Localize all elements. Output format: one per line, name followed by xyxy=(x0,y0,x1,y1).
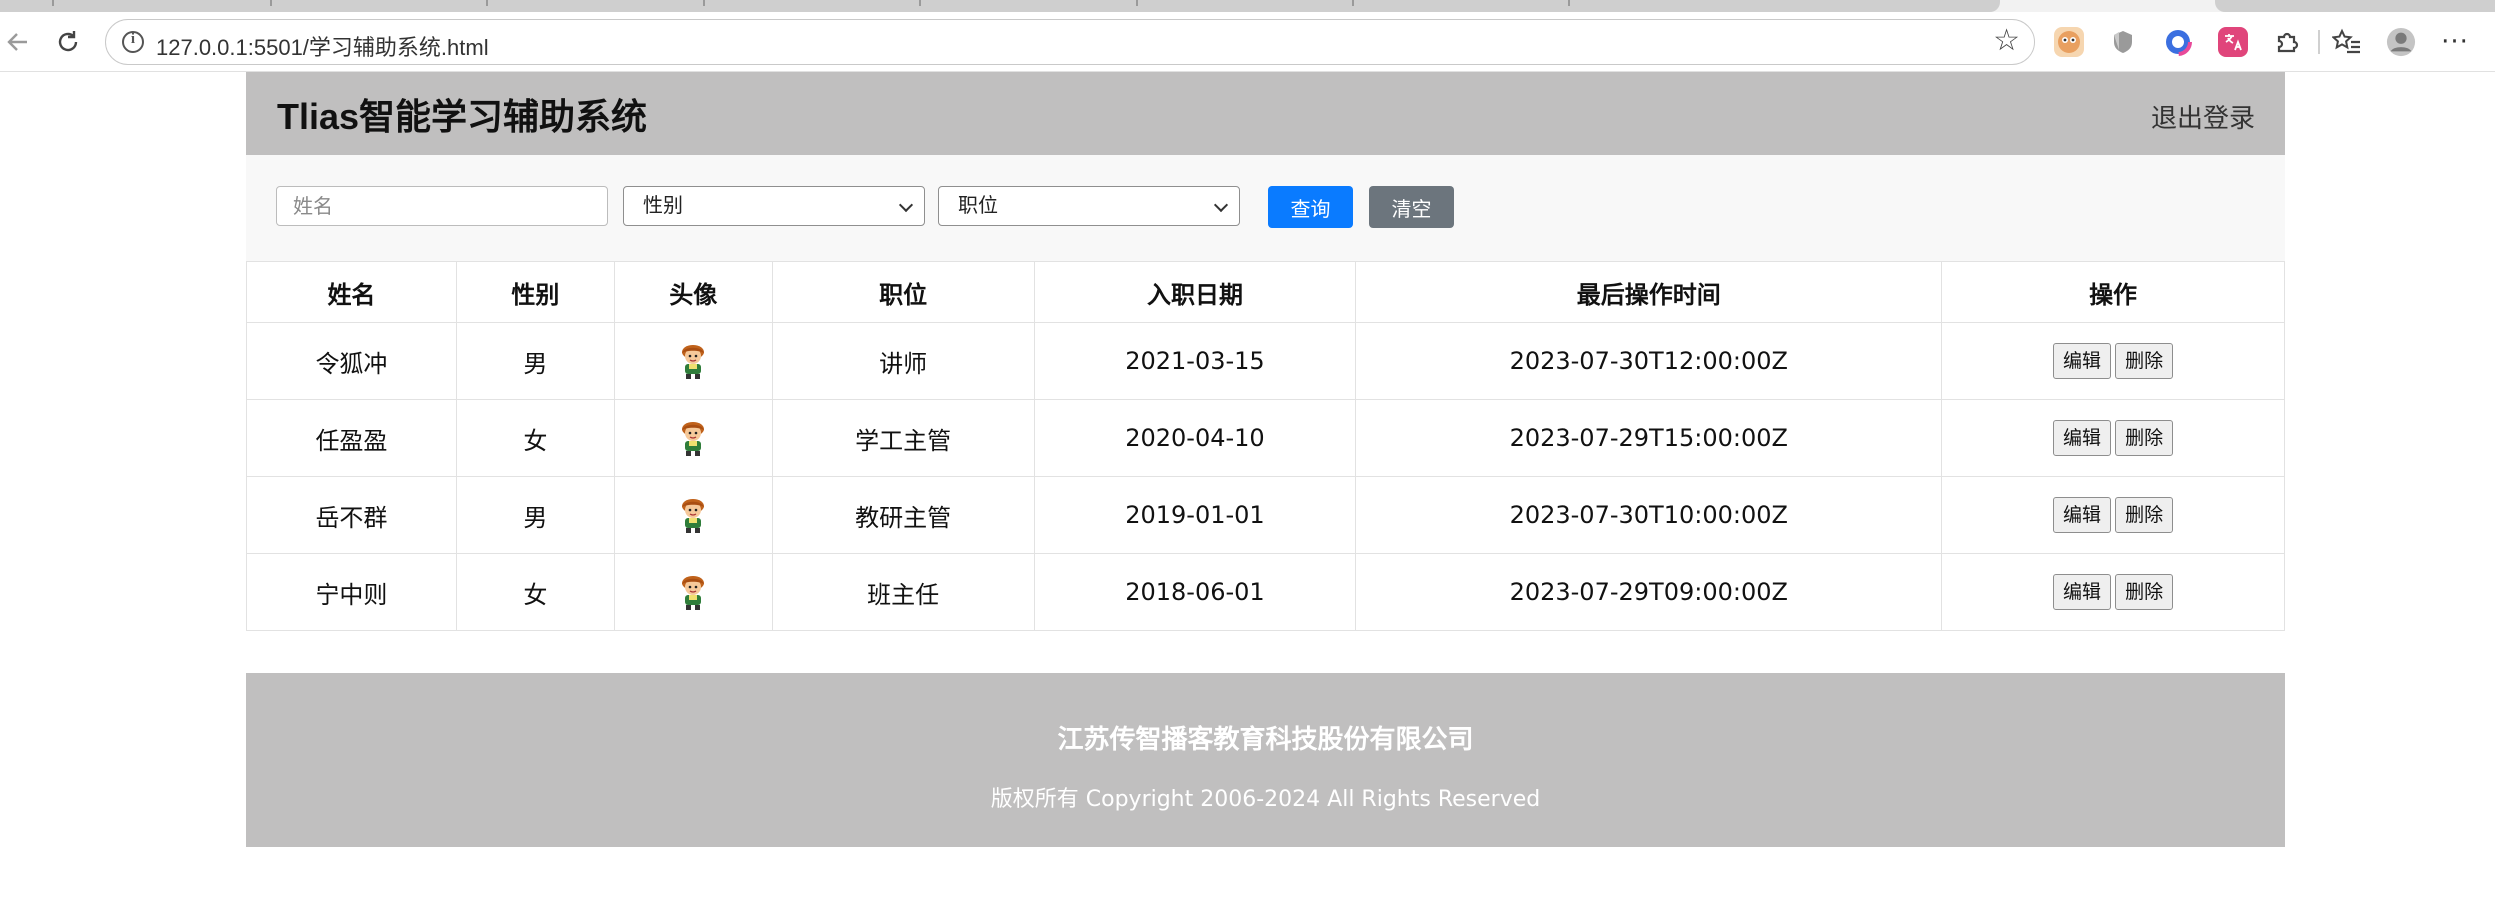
cell-actions: 编辑 删除 xyxy=(1941,553,2285,631)
tab-separator xyxy=(486,0,488,6)
delete-button[interactable]: 删除 xyxy=(2115,420,2174,456)
table-row: 岳不群 男 教研主管 2019-01-01 2023-07-30T10:00:0… xyxy=(246,476,2285,554)
cell-name: 宁中则 xyxy=(246,553,457,631)
table-row: 宁中则 女 班主任 2018-06-01 2023-07-29T09:00:00… xyxy=(246,553,2285,631)
table-header-row: 姓名 性别 头像 职位 入职日期 最后操作时间 操作 xyxy=(246,261,2285,323)
tab-separator xyxy=(1352,0,1354,6)
column-header-actions: 操作 xyxy=(1941,261,2285,323)
logout-link[interactable]: 退出登录 xyxy=(2151,98,2255,135)
tab-bar[interactable] xyxy=(0,0,2000,12)
gender-select[interactable] xyxy=(623,186,925,226)
cell-entry-date: 2021-03-15 xyxy=(1033,322,1357,400)
tab-separator xyxy=(1136,0,1138,6)
column-header-entry-date: 入职日期 xyxy=(1033,261,1357,323)
edit-button[interactable]: 编辑 xyxy=(2053,343,2112,379)
browser-toolbar: 127.0.0.1:5501/学习辅助系统.html ☆ ··· xyxy=(0,12,2495,72)
footer-copyright: 版权所有 Copyright 2006-2024 All Rights Rese… xyxy=(990,787,1541,812)
avatar xyxy=(676,573,710,611)
delete-button[interactable]: 删除 xyxy=(2115,343,2174,379)
extension-shield-icon[interactable] xyxy=(2108,27,2138,57)
tab-separator xyxy=(919,0,921,6)
name-search-input[interactable] xyxy=(276,186,608,226)
reload-icon xyxy=(58,31,78,52)
extensions-puzzle-icon[interactable] xyxy=(2272,27,2302,57)
site-info-icon[interactable] xyxy=(122,31,144,53)
tab-bar-right[interactable] xyxy=(2215,0,2495,12)
page-footer: 江苏传智播客教育科技股份有限公司 版权所有 Copyright 2006-202… xyxy=(246,673,2285,847)
cell-gender: 男 xyxy=(455,322,615,400)
page-header: Tlias智能学习辅助系统 退出登录 xyxy=(246,72,2285,155)
cell-entry-date: 2019-01-01 xyxy=(1033,476,1357,554)
cell-avatar xyxy=(613,476,773,554)
cell-avatar xyxy=(613,399,773,477)
avatar xyxy=(676,342,710,380)
cell-job: 学工主管 xyxy=(771,399,1035,477)
tab-separator xyxy=(703,0,705,6)
cell-name: 岳不群 xyxy=(246,476,457,554)
tab-separator xyxy=(1568,0,1570,6)
cell-actions: 编辑 删除 xyxy=(1941,322,2285,400)
column-header-name: 姓名 xyxy=(246,261,457,323)
avatar xyxy=(676,419,710,457)
cell-job: 教研主管 xyxy=(771,476,1035,554)
delete-button[interactable]: 删除 xyxy=(2115,497,2174,533)
cell-job: 讲师 xyxy=(771,322,1035,400)
cell-update-time: 2023-07-29T09:00:00Z xyxy=(1355,553,1943,631)
column-header-avatar: 头像 xyxy=(613,261,773,323)
address-bar[interactable]: 127.0.0.1:5501/学习辅助系统.html ☆ xyxy=(105,19,2035,65)
back-button[interactable] xyxy=(0,24,36,60)
footer-company: 江苏传智播客教育科技股份有限公司 xyxy=(1057,725,1474,755)
favorites-list-icon[interactable] xyxy=(2332,27,2362,57)
edit-button[interactable]: 编辑 xyxy=(2053,497,2112,533)
cell-avatar xyxy=(613,553,773,631)
browser-tabstrip xyxy=(0,0,2495,12)
more-menu-icon[interactable]: ··· xyxy=(2440,27,2470,57)
tab-separator xyxy=(52,0,54,6)
page-container: Tlias智能学习辅助系统 退出登录 性别 职位 查询 清空 姓名 性别 头像 … xyxy=(246,72,2285,847)
search-form: 性别 职位 查询 清空 xyxy=(246,155,2285,261)
extension-face-icon[interactable] xyxy=(2054,27,2084,57)
cell-update-time: 2023-07-29T15:00:00Z xyxy=(1355,399,1943,477)
column-header-job: 职位 xyxy=(771,261,1035,323)
profile-avatar-icon[interactable] xyxy=(2386,27,2416,57)
toolbar-divider xyxy=(2318,30,2320,54)
column-header-gender: 性别 xyxy=(455,261,615,323)
cell-actions: 编辑 删除 xyxy=(1941,476,2285,554)
query-button[interactable]: 查询 xyxy=(1268,186,1353,228)
cell-name: 任盈盈 xyxy=(246,399,457,477)
tab-separator xyxy=(270,0,272,6)
cell-name: 令狐冲 xyxy=(246,322,457,400)
cell-actions: 编辑 删除 xyxy=(1941,399,2285,477)
cell-job: 班主任 xyxy=(771,553,1035,631)
reload-button[interactable] xyxy=(50,24,86,60)
job-select[interactable] xyxy=(938,186,1240,226)
cell-gender: 女 xyxy=(455,553,615,631)
back-arrow-icon xyxy=(7,33,27,51)
delete-button[interactable]: 删除 xyxy=(2115,574,2174,610)
page-title: Tlias智能学习辅助系统 xyxy=(277,96,648,137)
employee-table: 姓名 性别 头像 职位 入职日期 最后操作时间 操作 令狐冲 男 讲师 2021… xyxy=(246,261,2285,631)
edit-button[interactable]: 编辑 xyxy=(2053,574,2112,610)
favorite-star-icon[interactable]: ☆ xyxy=(1993,26,2020,56)
cell-update-time: 2023-07-30T10:00:00Z xyxy=(1355,476,1943,554)
clear-button[interactable]: 清空 xyxy=(1369,186,1454,228)
cell-avatar xyxy=(613,322,773,400)
cell-gender: 男 xyxy=(455,476,615,554)
avatar xyxy=(676,496,710,534)
cell-entry-date: 2018-06-01 xyxy=(1033,553,1357,631)
extension-translate-icon[interactable] xyxy=(2218,27,2248,57)
cell-gender: 女 xyxy=(455,399,615,477)
column-header-update-time: 最后操作时间 xyxy=(1355,261,1943,323)
table-row: 任盈盈 女 学工主管 2020-04-10 2023-07-29T15:00:0… xyxy=(246,399,2285,477)
extension-color-icon[interactable] xyxy=(2163,27,2193,57)
cell-update-time: 2023-07-30T12:00:00Z xyxy=(1355,322,1943,400)
table-row: 令狐冲 男 讲师 2021-03-15 2023-07-30T12:00:00Z… xyxy=(246,322,2285,400)
url-text[interactable]: 127.0.0.1:5501/学习辅助系统.html xyxy=(156,30,489,62)
cell-entry-date: 2020-04-10 xyxy=(1033,399,1357,477)
edit-button[interactable]: 编辑 xyxy=(2053,420,2112,456)
